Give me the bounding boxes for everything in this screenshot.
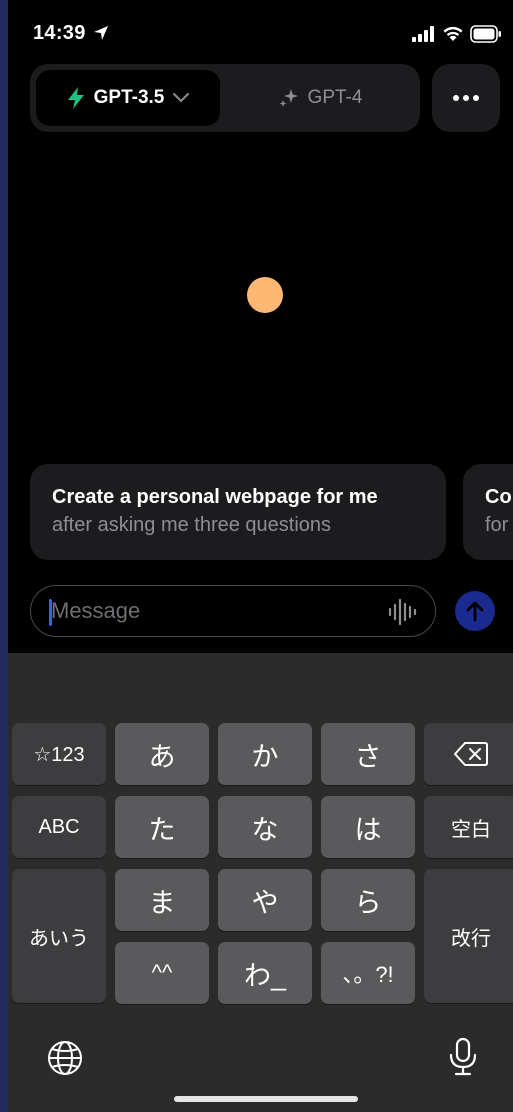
- status-time: 14:39: [33, 22, 86, 44]
- key-kana-mode[interactable]: あいう: [12, 869, 106, 1003]
- suggestion-title: Co: [485, 486, 512, 508]
- more-options-button[interactable]: [432, 64, 500, 132]
- key-abc[interactable]: ABC: [12, 796, 106, 858]
- suggestion-card[interactable]: Create a personal webpage for me after a…: [30, 464, 446, 560]
- key-symbols[interactable]: ☆123: [12, 723, 106, 785]
- key-kana-ma[interactable]: ま: [115, 869, 209, 931]
- globe-icon[interactable]: [46, 1039, 84, 1077]
- message-composer: [30, 585, 436, 637]
- delete-backward-icon: [454, 742, 488, 766]
- wifi-icon: [443, 26, 463, 41]
- key-kana-ra[interactable]: ら: [321, 869, 415, 931]
- microphone-icon[interactable]: [448, 1037, 478, 1077]
- sparkles-icon: [279, 89, 298, 107]
- key-kana-ya[interactable]: や: [218, 869, 312, 931]
- assistant-orb: [247, 277, 283, 313]
- suggestion-subtitle: after asking me three questions: [52, 514, 332, 536]
- model-switcher: GPT-3.5 GPT-4: [30, 64, 420, 132]
- model-tab-label: GPT-4: [307, 87, 363, 108]
- battery-icon: [470, 25, 501, 43]
- key-kana-ka[interactable]: か: [218, 723, 312, 785]
- home-indicator[interactable]: [174, 1096, 358, 1102]
- message-input[interactable]: [51, 586, 381, 636]
- location-arrow-icon: [94, 26, 108, 40]
- model-tab-gpt35[interactable]: GPT-3.5: [36, 70, 220, 126]
- arrow-up-icon: [466, 601, 484, 622]
- key-kana-ta[interactable]: た: [115, 796, 209, 858]
- model-tab-label: GPT-3.5: [93, 87, 165, 108]
- chat-screen: 14:39 GPT-3.5 GPT-4 Create a personal we…: [8, 0, 513, 1112]
- text-caret: [49, 599, 52, 626]
- key-emoticon[interactable]: ^^: [115, 942, 209, 1004]
- model-tab-gpt4[interactable]: GPT-4: [226, 70, 414, 126]
- suggestion-subtitle: for: [485, 514, 509, 536]
- status-bar: 14:39: [8, 0, 513, 62]
- key-kana-sa[interactable]: さ: [321, 723, 415, 785]
- key-kana-ha[interactable]: は: [321, 796, 415, 858]
- cellular-signal-icon: [412, 26, 434, 42]
- backspace-key[interactable]: [424, 723, 513, 785]
- key-punctuation[interactable]: 、。?!: [321, 942, 415, 1004]
- japanese-keyboard: ☆123 あ か さ ABC た な は 空白 あいう ま や ら 改行 ^^ …: [8, 653, 513, 1112]
- suggestion-card[interactable]: Co for: [463, 464, 513, 560]
- send-button[interactable]: [455, 591, 495, 631]
- return-key[interactable]: 改行: [424, 869, 513, 1003]
- voice-waveform-icon[interactable]: [387, 598, 417, 626]
- chevron-down-icon: [173, 93, 190, 103]
- key-kana-a[interactable]: あ: [115, 723, 209, 785]
- suggestion-title: Create a personal webpage for me: [52, 486, 378, 508]
- key-kana-na[interactable]: な: [218, 796, 312, 858]
- lightning-bolt-icon: [67, 87, 84, 109]
- key-kana-wa[interactable]: わ_: [218, 942, 312, 1004]
- space-key[interactable]: 空白: [424, 796, 513, 858]
- ellipsis-icon: [453, 95, 479, 101]
